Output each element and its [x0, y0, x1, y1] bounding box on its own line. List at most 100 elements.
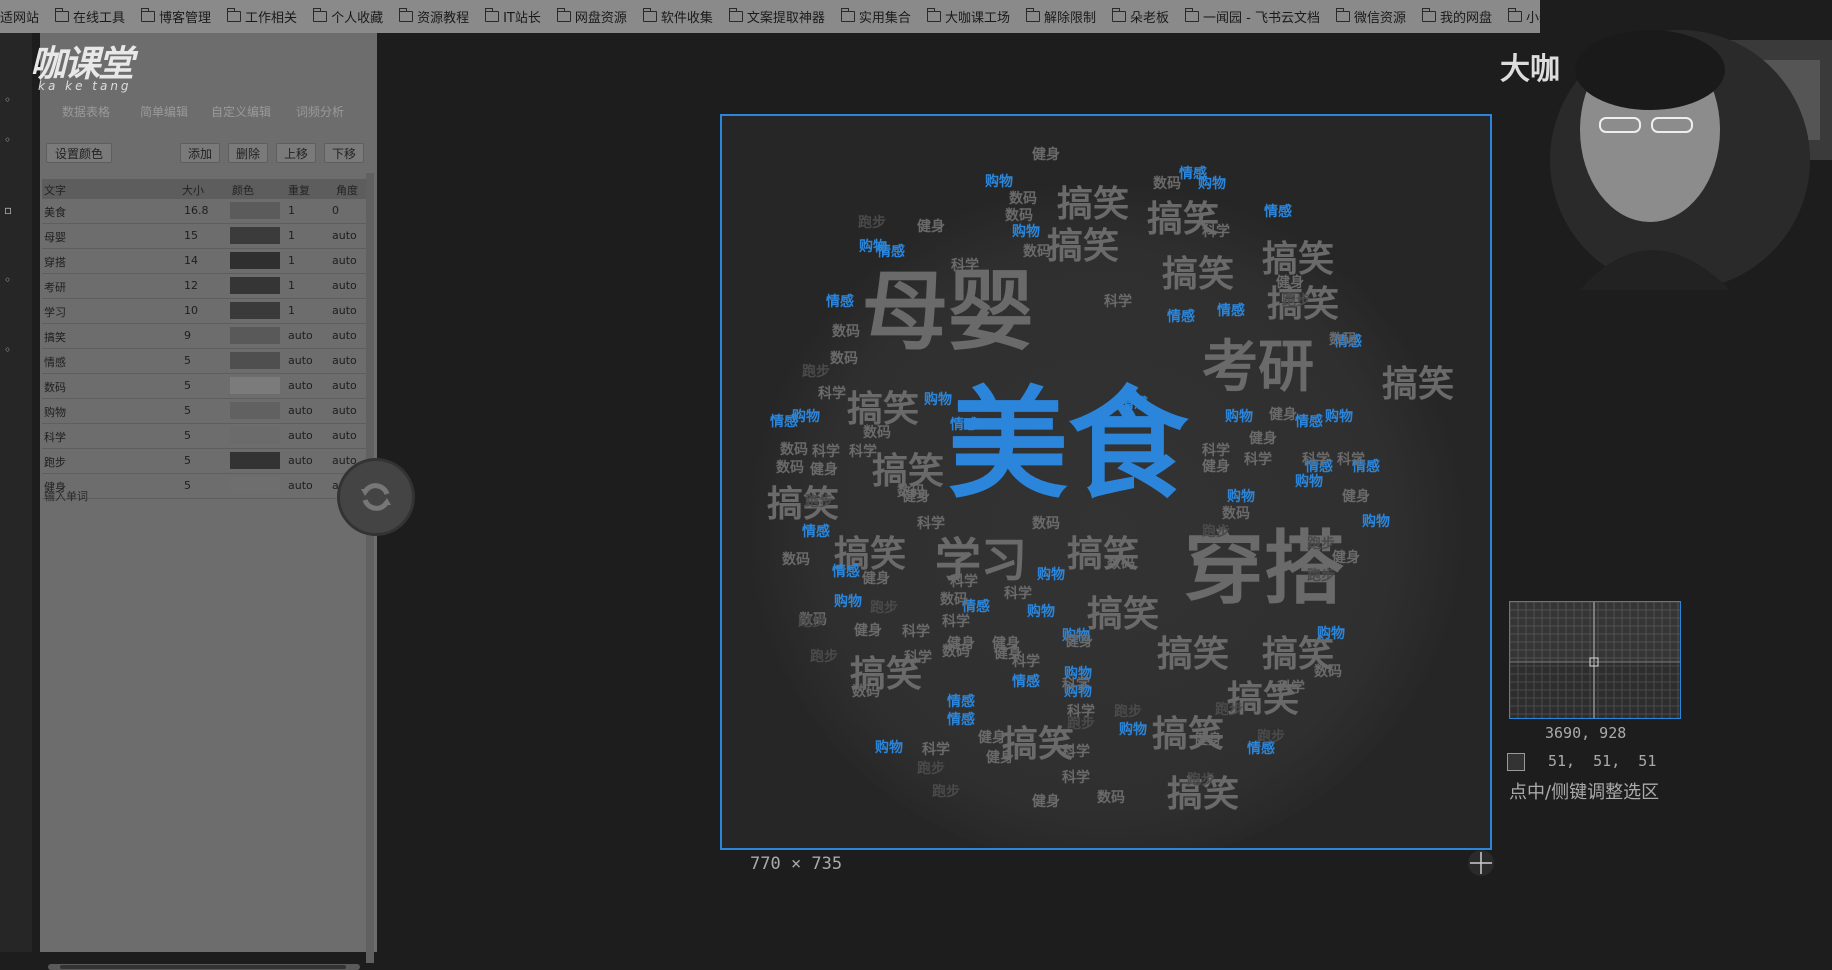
bookmark-item[interactable]: 我的网盘: [1421, 7, 1492, 26]
cell-angle[interactable]: auto: [332, 354, 357, 367]
cell-color-swatch[interactable]: [230, 352, 280, 369]
cell-size[interactable]: 5: [184, 379, 191, 392]
bookmark-item[interactable]: 一闻园 - 飞书云文档: [1184, 7, 1320, 26]
table-row[interactable]: 科学 5 auto auto: [42, 424, 372, 449]
bookmark-item[interactable]: IT站长: [485, 7, 541, 26]
bookmark-item[interactable]: 博客管理: [141, 7, 211, 26]
cell-word[interactable]: 学习: [44, 304, 66, 320]
cell-size[interactable]: 5: [184, 429, 191, 442]
cell-angle[interactable]: auto: [332, 329, 357, 342]
tool-icon[interactable]: ◦: [4, 343, 20, 359]
cell-angle[interactable]: auto: [332, 229, 357, 242]
cell-size[interactable]: 16.8: [184, 204, 209, 217]
horizontal-scrollbar[interactable]: [48, 964, 360, 970]
cell-color-swatch[interactable]: [230, 477, 280, 494]
bookmark-item[interactable]: 软件收集: [642, 7, 713, 26]
table-row[interactable]: 母婴 15 1 auto: [42, 224, 372, 249]
bookmark-item[interactable]: 微信资源: [1335, 7, 1406, 26]
cell-repeat[interactable]: 1: [288, 279, 295, 292]
cell-color-swatch[interactable]: [230, 202, 280, 219]
bookmark-item[interactable]: 网盘资源: [556, 7, 627, 26]
wordcloud-canvas[interactable]: 美食 母婴 穿搭 考研 学习 搞笑 搞笑 搞笑 搞笑 搞笑 搞笑 搞笑 搞笑 搞笑 搞笑 搞笑 搞笑 搞笑 搞笑 搞笑…: [720, 114, 1492, 850]
bookmark-item[interactable]: 适网站: [0, 7, 39, 26]
cell-word[interactable]: 购物: [44, 404, 66, 420]
cell-size[interactable]: 5: [184, 479, 191, 492]
tab-simple-edit[interactable]: 简单编辑: [140, 103, 188, 120]
refresh-button[interactable]: [337, 458, 415, 536]
cell-repeat[interactable]: 1: [288, 229, 295, 242]
tool-icon[interactable]: ◦: [4, 273, 20, 289]
bookmark-item[interactable]: 大咖课工场: [926, 7, 1010, 26]
tool-icon[interactable]: ◦: [4, 133, 20, 149]
scrollbar-thumb[interactable]: [60, 965, 346, 969]
cell-color-swatch[interactable]: [230, 402, 280, 419]
bookmark-item[interactable]: 个人收藏: [313, 7, 383, 26]
table-row[interactable]: 美食 16.8 1 0: [42, 199, 372, 224]
move-down-button[interactable]: 下移: [324, 143, 364, 163]
table-row[interactable]: 跑步 5 auto auto: [42, 449, 372, 474]
cell-repeat[interactable]: auto: [288, 404, 313, 417]
cell-repeat[interactable]: auto: [288, 454, 313, 467]
table-row[interactable]: 健身5autoauto: [42, 474, 372, 499]
bookmark-item[interactable]: 文案提取神器: [728, 7, 825, 26]
word-input[interactable]: 输入单词: [44, 488, 88, 504]
cell-size[interactable]: 9: [184, 329, 191, 342]
cell-color-swatch[interactable]: [230, 377, 280, 394]
cell-size[interactable]: 10: [184, 304, 198, 317]
cell-color-swatch[interactable]: [230, 227, 280, 244]
cell-color-swatch[interactable]: [230, 327, 280, 344]
cell-angle[interactable]: auto: [332, 254, 357, 267]
bookmark-item[interactable]: 资源教程: [399, 7, 469, 26]
vertical-scrollbar[interactable]: [366, 173, 374, 963]
cell-repeat[interactable]: 1: [288, 204, 295, 217]
tool-icon[interactable]: ◦: [4, 93, 20, 109]
cell-repeat[interactable]: 1: [288, 254, 295, 267]
cell-repeat[interactable]: auto: [288, 354, 313, 367]
cell-repeat[interactable]: auto: [288, 329, 313, 342]
table-row[interactable]: 穿搭 14 1 auto: [42, 249, 372, 274]
cell-angle[interactable]: auto: [332, 279, 357, 292]
cell-word[interactable]: 数码: [44, 379, 66, 395]
cell-angle[interactable]: auto: [332, 429, 357, 442]
move-up-button[interactable]: 上移: [276, 143, 316, 163]
tab-custom-edit[interactable]: 自定义编辑: [211, 103, 271, 120]
bookmark-item[interactable]: 实用集合: [840, 7, 911, 26]
table-row[interactable]: 考研 12 1 auto: [42, 274, 372, 299]
cell-word[interactable]: 情感: [44, 354, 66, 370]
cell-angle[interactable]: 0: [332, 204, 339, 217]
cell-repeat[interactable]: auto: [288, 429, 313, 442]
cell-word[interactable]: 跑步: [44, 454, 66, 470]
cell-word[interactable]: 搞笑: [44, 329, 66, 345]
table-row[interactable]: 情感 5 auto auto: [42, 349, 372, 374]
tab-data-table[interactable]: 数据表格: [62, 103, 110, 120]
cell-color-swatch[interactable]: [230, 427, 280, 444]
cell-color-swatch[interactable]: [230, 277, 280, 294]
delete-button[interactable]: 删除: [228, 143, 268, 163]
cell-repeat[interactable]: 1: [288, 304, 295, 317]
cell-size[interactable]: 5: [184, 354, 191, 367]
cell-color-swatch[interactable]: [230, 252, 280, 269]
add-button[interactable]: 添加: [180, 143, 220, 163]
cell-size[interactable]: 5: [184, 404, 191, 417]
table-row[interactable]: 数码 5 auto auto: [42, 374, 372, 399]
cell-repeat[interactable]: auto: [288, 379, 313, 392]
cell-word[interactable]: 科学: [44, 429, 66, 445]
cell-size[interactable]: 12: [184, 279, 198, 292]
tool-icon[interactable]: ▫: [4, 203, 20, 219]
cell-color-swatch[interactable]: [230, 302, 280, 319]
cell-size[interactable]: 5: [184, 454, 191, 467]
cell-repeat[interactable]: auto: [288, 479, 313, 492]
table-row[interactable]: 搞笑 9 auto auto: [42, 324, 372, 349]
cell-word[interactable]: 考研: [44, 279, 66, 295]
cell-angle[interactable]: auto: [332, 379, 357, 392]
table-row[interactable]: 学习 10 1 auto: [42, 299, 372, 324]
cell-angle[interactable]: auto: [332, 404, 357, 417]
cell-angle[interactable]: auto: [332, 304, 357, 317]
cell-size[interactable]: 15: [184, 229, 198, 242]
table-row[interactable]: 购物 5 auto auto: [42, 399, 372, 424]
bookmark-item[interactable]: 工作相关: [227, 7, 297, 26]
cell-color-swatch[interactable]: [230, 452, 280, 469]
bookmark-item[interactable]: 朵老板: [1111, 7, 1169, 26]
tab-frequency[interactable]: 词频分析: [296, 103, 344, 120]
bookmark-item[interactable]: 解除限制: [1025, 7, 1096, 26]
